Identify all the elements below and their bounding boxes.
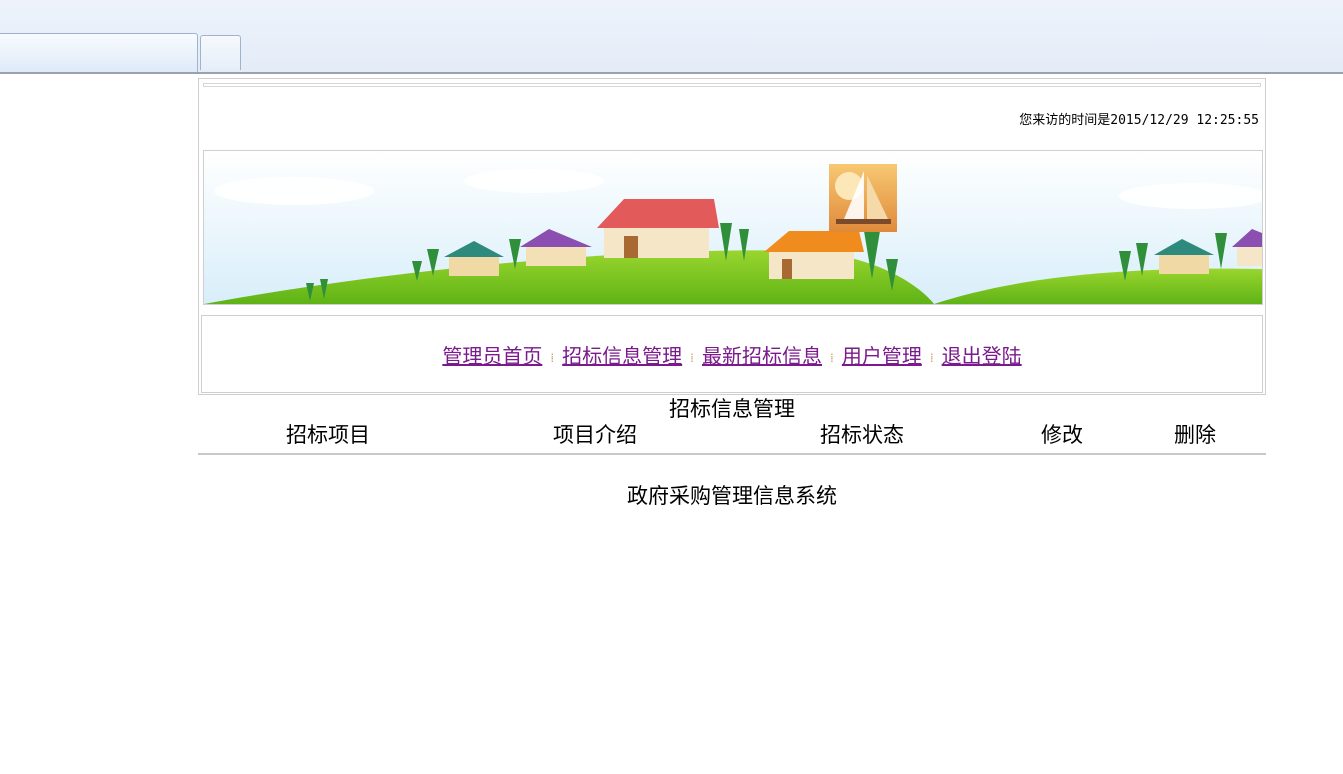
main-nav: 管理员首页 ⁞ 招标信息管理 ⁞ 最新招标信息 ⁞ 用户管理 ⁞ 退出登陆 xyxy=(201,315,1263,393)
visit-time-text: 您来访的时间是2015/12/29 12:25:55 xyxy=(1019,113,1259,128)
nav-separator: ⁞ xyxy=(929,350,934,365)
header-divider xyxy=(203,83,1261,87)
nav-separator: ⁞ xyxy=(830,350,834,365)
nav-link-admin-home[interactable]: 管理员首页 xyxy=(442,344,542,368)
new-tab-button[interactable] xyxy=(200,35,241,70)
column-header-status: 招标状态 xyxy=(820,423,904,447)
table-divider xyxy=(198,453,1266,455)
column-header-project: 招标项目 xyxy=(286,423,370,447)
nav-link-latest-tenders[interactable]: 最新招标信息 xyxy=(702,344,822,368)
nav-link-logout[interactable]: 退出登陆 xyxy=(942,344,1022,368)
page-header-frame: 您来访的时间是2015/12/29 12:25:55 管理员首页 ⁞ 招标信息管… xyxy=(198,78,1266,395)
village-banner-illustration xyxy=(204,151,1262,304)
nav-separator: ⁞ xyxy=(550,350,555,365)
nav-link-user-management[interactable]: 用户管理 xyxy=(842,344,922,368)
column-header-edit: 修改 xyxy=(1041,423,1083,447)
banner-image xyxy=(203,150,1263,305)
nav-link-tender-management[interactable]: 招标信息管理 xyxy=(562,344,682,368)
nav-separator: ⁞ xyxy=(690,350,694,365)
column-header-description: 项目介绍 xyxy=(553,423,637,447)
browser-tab-bar xyxy=(0,0,1343,74)
footer-text: 政府采购管理信息系统 xyxy=(627,484,837,508)
column-header-delete: 删除 xyxy=(1174,423,1216,447)
browser-tab-active[interactable] xyxy=(0,33,198,72)
